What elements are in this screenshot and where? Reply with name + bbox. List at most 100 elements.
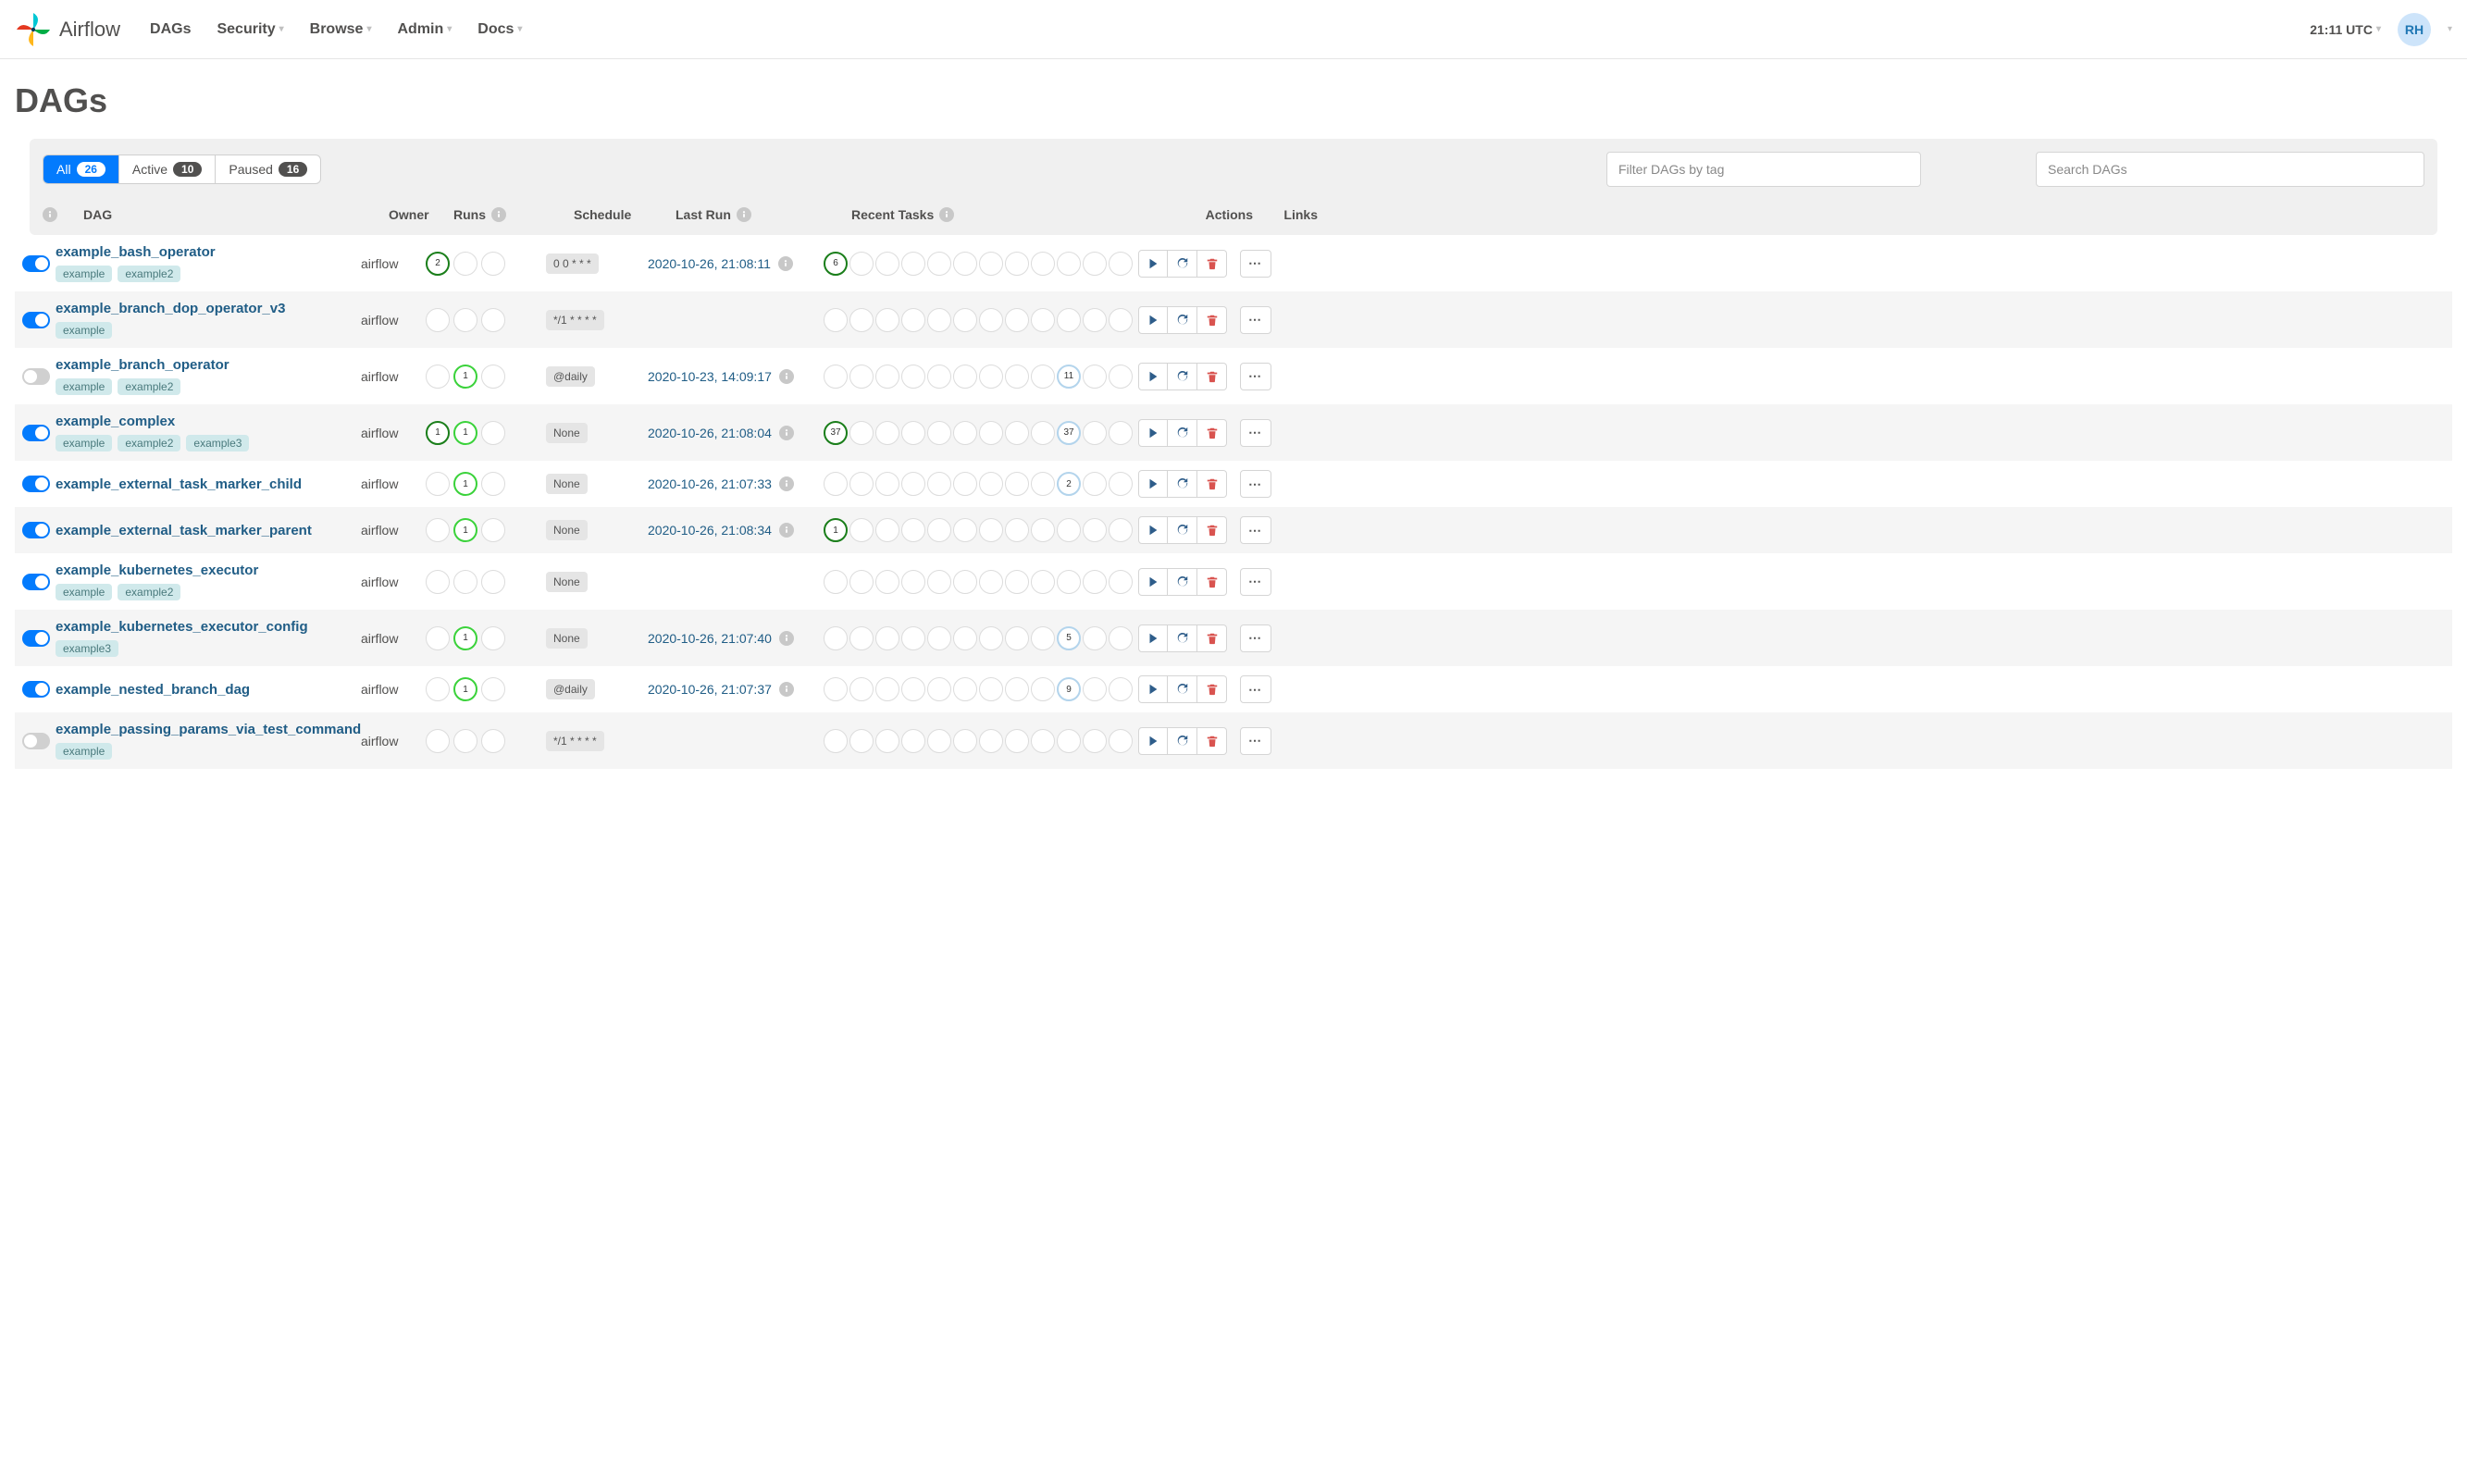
task-circle-queued[interactable]: 9 — [1057, 677, 1081, 701]
dag-toggle[interactable] — [22, 630, 50, 647]
task-circle-empty[interactable] — [953, 472, 977, 496]
dag-name-link[interactable]: example_external_task_marker_parent — [56, 523, 361, 538]
task-circle-empty[interactable] — [875, 570, 899, 594]
trigger-dag-button[interactable] — [1138, 419, 1168, 447]
task-circle-empty[interactable] — [901, 626, 925, 650]
filter-tags-input[interactable] — [1606, 152, 1921, 187]
task-circle-empty[interactable] — [901, 570, 925, 594]
dag-links-menu[interactable]: ⋯ — [1240, 727, 1271, 755]
dag-links-menu[interactable]: ⋯ — [1240, 470, 1271, 498]
dag-owner[interactable]: airflow — [361, 631, 426, 646]
run-circle-empty[interactable] — [426, 570, 450, 594]
task-circle-empty[interactable] — [979, 365, 1003, 389]
delete-dag-button[interactable] — [1197, 250, 1227, 278]
info-icon[interactable] — [779, 426, 794, 440]
task-circle-empty[interactable] — [1031, 472, 1055, 496]
dag-toggle[interactable] — [22, 733, 50, 749]
run-circle-running[interactable]: 1 — [453, 518, 477, 542]
task-circle-empty[interactable] — [849, 252, 874, 276]
run-circle-empty[interactable] — [426, 626, 450, 650]
info-icon[interactable] — [779, 631, 794, 646]
task-circle-empty[interactable] — [927, 365, 951, 389]
run-circle-success[interactable]: 2 — [426, 252, 450, 276]
task-circle-empty[interactable] — [927, 729, 951, 753]
last-run-link[interactable]: 2020-10-26, 21:07:37 — [648, 682, 772, 697]
dag-owner[interactable]: airflow — [361, 313, 426, 328]
task-circle-empty[interactable] — [927, 308, 951, 332]
task-circle-empty[interactable] — [1083, 252, 1107, 276]
refresh-dag-button[interactable] — [1168, 419, 1197, 447]
run-circle-empty[interactable] — [481, 570, 505, 594]
trigger-dag-button[interactable] — [1138, 568, 1168, 596]
delete-dag-button[interactable] — [1197, 516, 1227, 544]
clock[interactable]: 21:11 UTC ▾ — [2310, 22, 2381, 37]
task-circle-empty[interactable] — [824, 626, 848, 650]
task-circle-success[interactable]: 37 — [824, 421, 848, 445]
task-circle-empty[interactable] — [849, 729, 874, 753]
last-run-link[interactable]: 2020-10-26, 21:08:04 — [648, 426, 772, 440]
refresh-dag-button[interactable] — [1168, 675, 1197, 703]
run-circle-empty[interactable] — [453, 308, 477, 332]
task-circle-empty[interactable] — [1109, 729, 1133, 753]
task-circle-empty[interactable] — [1005, 308, 1029, 332]
task-circle-empty[interactable] — [1031, 729, 1055, 753]
dag-schedule[interactable]: @daily — [546, 366, 595, 387]
dag-schedule[interactable]: None — [546, 572, 588, 592]
delete-dag-button[interactable] — [1197, 675, 1227, 703]
nav-security[interactable]: Security▾ — [217, 21, 283, 38]
info-icon[interactable] — [779, 369, 794, 384]
dag-name-link[interactable]: example_branch_operator — [56, 357, 361, 373]
task-circle-empty[interactable] — [875, 677, 899, 701]
run-circle-empty[interactable] — [481, 365, 505, 389]
info-icon[interactable] — [491, 207, 506, 222]
task-circle-empty[interactable] — [953, 626, 977, 650]
task-circle-empty[interactable] — [1109, 472, 1133, 496]
task-circle-empty[interactable] — [849, 677, 874, 701]
run-circle-empty[interactable] — [426, 308, 450, 332]
task-circle-empty[interactable] — [1005, 626, 1029, 650]
last-run-link[interactable]: 2020-10-26, 21:07:33 — [648, 476, 772, 491]
info-icon[interactable] — [939, 207, 954, 222]
run-circle-empty[interactable] — [426, 472, 450, 496]
filter-paused[interactable]: Paused 16 — [216, 155, 320, 183]
task-circle-empty[interactable] — [1083, 570, 1107, 594]
task-circle-empty[interactable] — [875, 252, 899, 276]
run-circle-empty[interactable] — [481, 729, 505, 753]
dag-links-menu[interactable]: ⋯ — [1240, 419, 1271, 447]
delete-dag-button[interactable] — [1197, 625, 1227, 652]
task-circle-empty[interactable] — [953, 421, 977, 445]
trigger-dag-button[interactable] — [1138, 363, 1168, 390]
task-circle-empty[interactable] — [1005, 365, 1029, 389]
run-circle-empty[interactable] — [481, 421, 505, 445]
dag-tag[interactable]: example — [56, 584, 112, 600]
task-circle-empty[interactable] — [953, 729, 977, 753]
run-circle-success[interactable]: 1 — [426, 421, 450, 445]
trigger-dag-button[interactable] — [1138, 470, 1168, 498]
delete-dag-button[interactable] — [1197, 470, 1227, 498]
dag-owner[interactable]: airflow — [361, 575, 426, 589]
dag-schedule[interactable]: None — [546, 520, 588, 540]
dag-tag[interactable]: example — [56, 266, 112, 282]
dag-toggle[interactable] — [22, 255, 50, 272]
task-circle-empty[interactable] — [927, 252, 951, 276]
dag-tag[interactable]: example2 — [118, 435, 180, 451]
trigger-dag-button[interactable] — [1138, 625, 1168, 652]
task-circle-empty[interactable] — [849, 626, 874, 650]
task-circle-empty[interactable] — [849, 518, 874, 542]
task-circle-empty[interactable] — [927, 626, 951, 650]
refresh-dag-button[interactable] — [1168, 727, 1197, 755]
dag-tag[interactable]: example — [56, 435, 112, 451]
dag-name-link[interactable]: example_complex — [56, 414, 361, 429]
dag-owner[interactable]: airflow — [361, 476, 426, 491]
task-circle-empty[interactable] — [953, 365, 977, 389]
run-circle-running[interactable]: 1 — [453, 472, 477, 496]
run-circle-running[interactable]: 1 — [453, 677, 477, 701]
task-circle-empty[interactable] — [1031, 570, 1055, 594]
dag-links-menu[interactable]: ⋯ — [1240, 363, 1271, 390]
task-circle-empty[interactable] — [953, 570, 977, 594]
task-circle-empty[interactable] — [1083, 626, 1107, 650]
task-circle-empty[interactable] — [1109, 252, 1133, 276]
dag-tag[interactable]: example2 — [118, 378, 180, 395]
task-circle-empty[interactable] — [1005, 570, 1029, 594]
dag-toggle[interactable] — [22, 522, 50, 538]
